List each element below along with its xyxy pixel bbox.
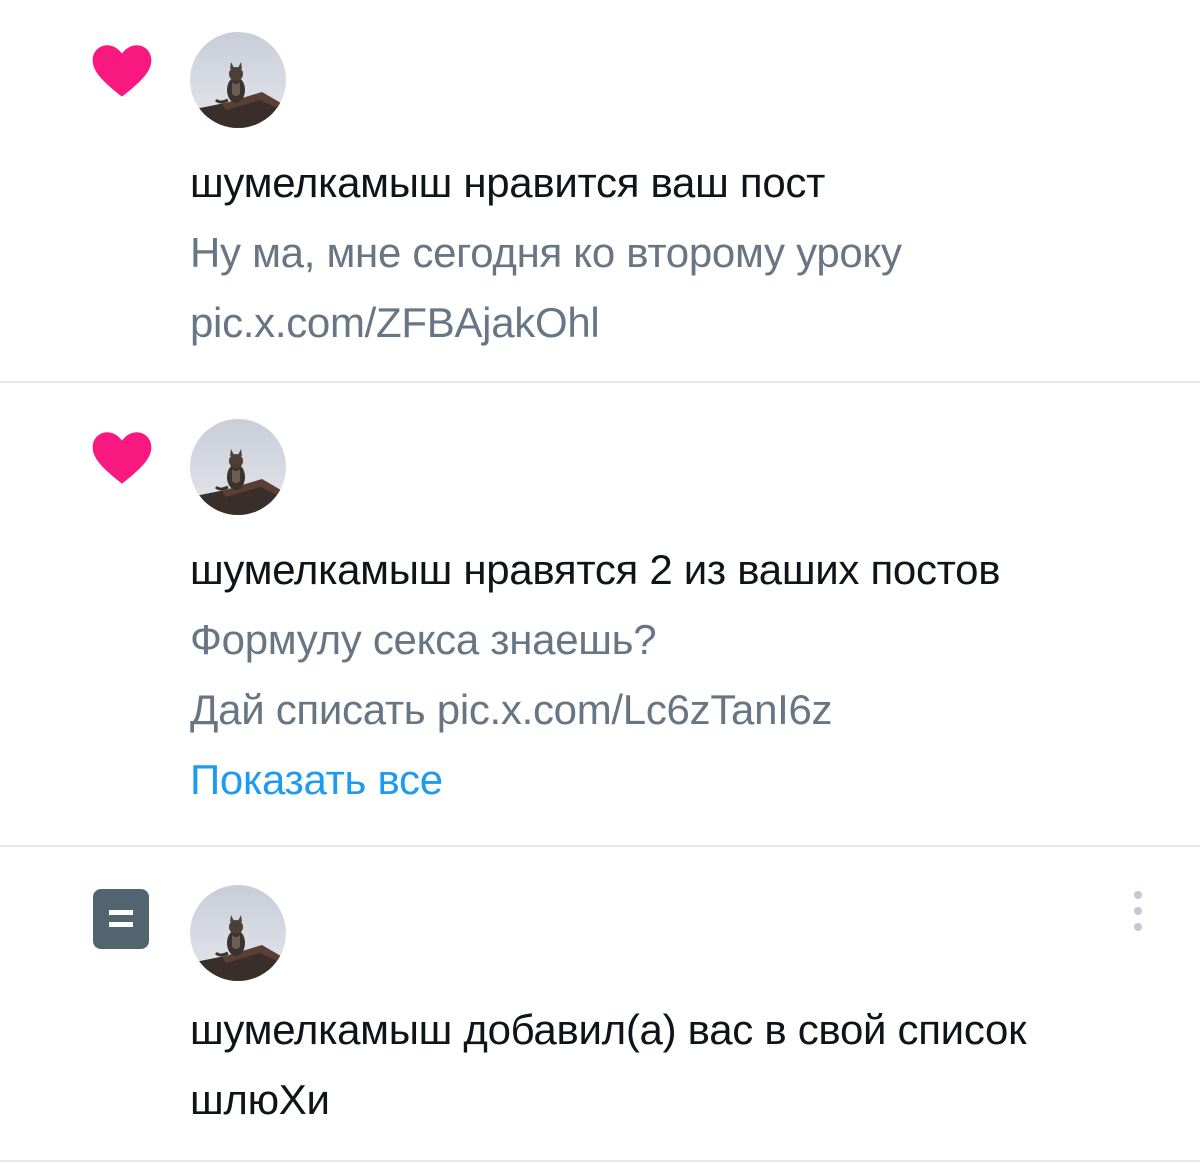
- notification-like-2[interactable]: шумелкамыш нравятся 2 из ваших постов Фо…: [0, 383, 1200, 846]
- post-preview-link: pic.x.com/ZFBAjakOhl: [190, 299, 600, 346]
- notification-text: шумелкамыш нравятся 2 из ваших постов Фо…: [190, 535, 1150, 815]
- divider: [0, 1160, 1200, 1162]
- notification-headline: шумелкамыш нравится ваш пост: [190, 148, 1150, 218]
- username[interactable]: шумелкамыш: [190, 159, 452, 206]
- notification-headline: шумелкамыш нравятся 2 из ваших постов: [190, 535, 1150, 605]
- more-options-icon[interactable]: [1126, 887, 1150, 937]
- avatar[interactable]: [190, 419, 286, 515]
- notification-text: шумелкамыш добавил(а) вас в свой список …: [190, 995, 1150, 1135]
- action-text: нравятся 2 из ваших постов: [463, 546, 1001, 593]
- heart-icon: [90, 42, 154, 106]
- post-preview-line: Формулу секса знаешь?: [190, 616, 657, 663]
- heart-icon: [90, 429, 154, 493]
- avatar[interactable]: [190, 32, 286, 128]
- notification-like-1[interactable]: шумелкамыш нравится ваш пост Ну ма, мне …: [0, 0, 1200, 382]
- username[interactable]: шумелкамыш: [190, 1006, 452, 1053]
- notification-text: шумелкамыш нравится ваш пост Ну ма, мне …: [190, 148, 1150, 358]
- action-text: добавил(а) вас в свой список: [463, 1006, 1027, 1053]
- username[interactable]: шумелкамыш: [190, 546, 452, 593]
- list-name[interactable]: шлюХи: [190, 1065, 1150, 1135]
- action-text: нравится ваш пост: [463, 159, 826, 206]
- notification-headline: шумелкамыш добавил(а) вас в свой список: [190, 995, 1150, 1065]
- show-all-link[interactable]: Показать все: [190, 745, 1150, 815]
- notification-list-add[interactable]: шумелкамыш добавил(а) вас в свой список …: [0, 847, 1200, 1161]
- post-preview-line: Дай списать pic.x.com/Lc6zTanI6z: [190, 686, 833, 733]
- avatar[interactable]: [190, 885, 286, 981]
- post-preview-line: Ну ма, мне сегодня ко второму уроку: [190, 229, 902, 276]
- list-icon: [93, 889, 157, 953]
